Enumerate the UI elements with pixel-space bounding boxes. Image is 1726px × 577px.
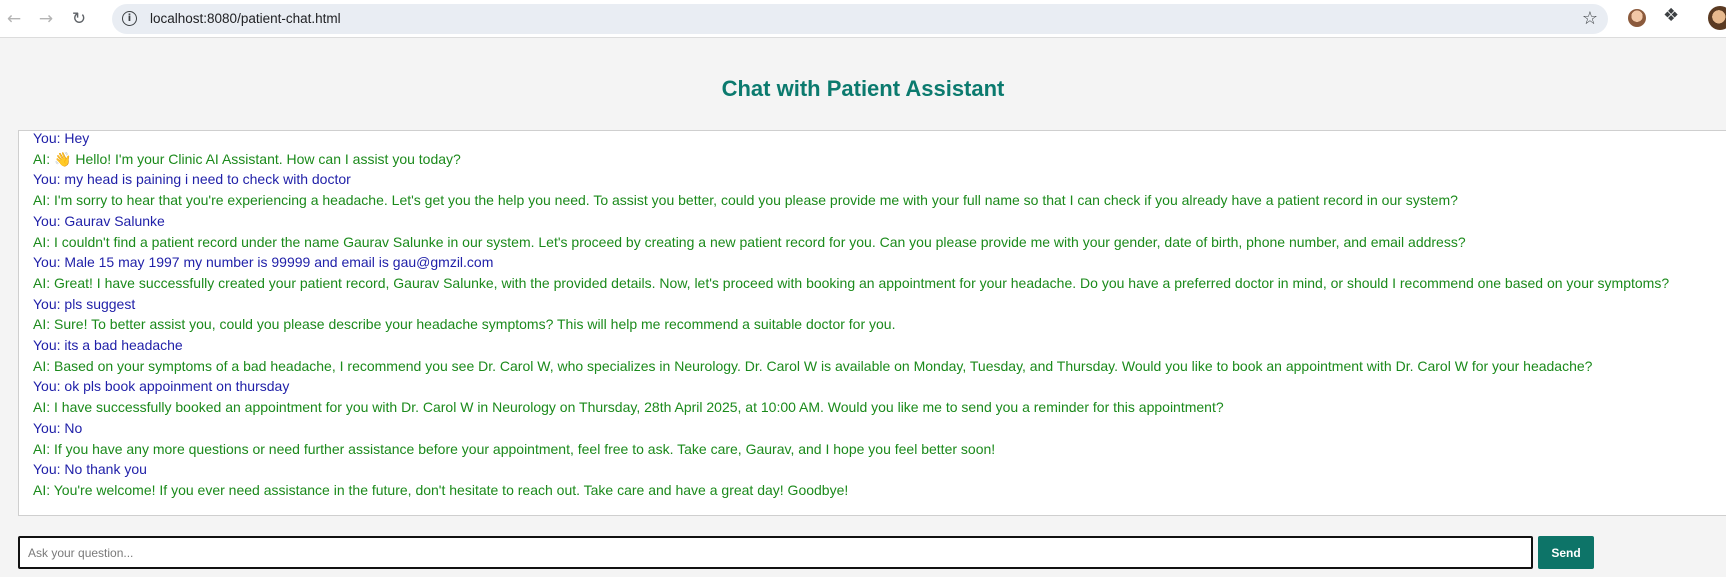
user-message: You: No thank you — [33, 461, 147, 478]
browser-toolbar: ← → ↻ i localhost:8080/patient-chat.html… — [0, 0, 1726, 38]
site-info-icon[interactable]: i — [122, 11, 137, 26]
reload-icon[interactable]: ↻ — [66, 6, 92, 32]
user-message: You: its a bad headache — [33, 337, 183, 354]
user-message: You: my head is paining i need to check … — [33, 171, 351, 188]
address-bar[interactable]: i localhost:8080/patient-chat.html ☆ — [112, 4, 1608, 34]
user-message: You: ok pls book appoinment on thursday — [33, 378, 290, 395]
ai-message: AI: Sure! To better assist you, could yo… — [33, 316, 896, 333]
ai-message: AI: I'm sorry to hear that you're experi… — [33, 192, 1458, 209]
ai-message: AI: I have successfully booked an appoin… — [33, 399, 1224, 416]
profile-avatar[interactable] — [1708, 6, 1726, 30]
user-message: You: Hey — [33, 130, 90, 146]
bookmark-star-icon[interactable]: ☆ — [1582, 8, 1598, 29]
question-input[interactable] — [18, 536, 1533, 569]
user-message: You: Male 15 may 1997 my number is 99999… — [33, 254, 494, 271]
user-message: You: No — [33, 419, 83, 436]
ai-message: AI: If you have any more questions or ne… — [33, 440, 996, 457]
user-message: You: pls suggest — [33, 295, 136, 312]
ai-message: AI: I couldn't find a patient record und… — [33, 233, 1466, 250]
send-button[interactable]: Send — [1538, 536, 1594, 569]
forward-arrow-icon[interactable]: → — [33, 6, 59, 32]
ai-message: AI: You're welcome! If you ever need ass… — [33, 481, 849, 498]
user-message: You: Gaurav Salunke — [33, 212, 165, 229]
page-title: Chat with Patient Assistant — [721, 76, 1005, 101]
ai-message: AI: Great! I have successfully created y… — [33, 274, 1670, 291]
extension-avatar-icon[interactable] — [1628, 9, 1646, 27]
url-text[interactable]: localhost:8080/patient-chat.html — [150, 11, 341, 26]
ai-message: AI: 👋 Hello! I'm your Clinic AI Assistan… — [33, 150, 461, 167]
ai-message: AI: Based on your symptoms of a bad head… — [33, 357, 1593, 374]
extensions-puzzle-icon[interactable]: ❖ — [1663, 5, 1679, 26]
chat-history[interactable]: You: Hey AI: 👋 Hello! I'm your Clinic AI … — [18, 130, 1726, 516]
back-arrow-icon[interactable]: ← — [1, 6, 27, 32]
